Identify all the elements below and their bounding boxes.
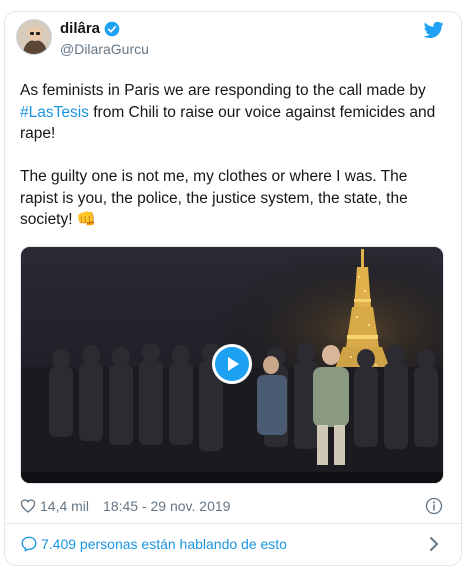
like-count[interactable]: 14,4 mil	[40, 498, 89, 514]
conversation-link[interactable]: 7.409 personas están hablando de esto	[20, 533, 445, 555]
conversation-label[interactable]: 7.409 personas están hablando de esto	[41, 536, 287, 552]
play-icon	[228, 357, 239, 371]
fist-emoji: 👊	[76, 211, 97, 228]
verified-badge-icon	[104, 21, 120, 37]
play-button[interactable]	[212, 344, 252, 384]
display-name[interactable]: dilâra	[60, 20, 100, 38]
reply-bubble-icon	[21, 536, 37, 552]
tweet-paragraph-2: The guilty one is not me, my clothes or …	[20, 166, 445, 231]
divider	[4, 523, 462, 524]
tweet-header: dilâra @DilaraGurcu	[16, 19, 446, 59]
chevron-right-icon[interactable]	[427, 536, 441, 552]
timestamp[interactable]: 18:45 - 29 nov. 2019	[103, 498, 230, 514]
tweet-paragraph-1: As feminists in Paris we are responding …	[20, 80, 445, 145]
tweet-text-part: As feminists in Paris we are responding …	[20, 82, 426, 99]
heart-icon[interactable]	[20, 498, 36, 514]
avatar[interactable]	[16, 19, 52, 55]
user-handle[interactable]: @DilaraGurcu	[60, 40, 149, 58]
tweet-meta: 14,4 mil 18:45 - 29 nov. 2019	[20, 496, 445, 516]
twitter-bird-icon[interactable]	[424, 21, 444, 39]
info-icon[interactable]	[425, 497, 443, 515]
hashtag-link[interactable]: #LasTesis	[20, 104, 89, 121]
tweet-text: As feminists in Paris we are responding …	[20, 80, 445, 231]
